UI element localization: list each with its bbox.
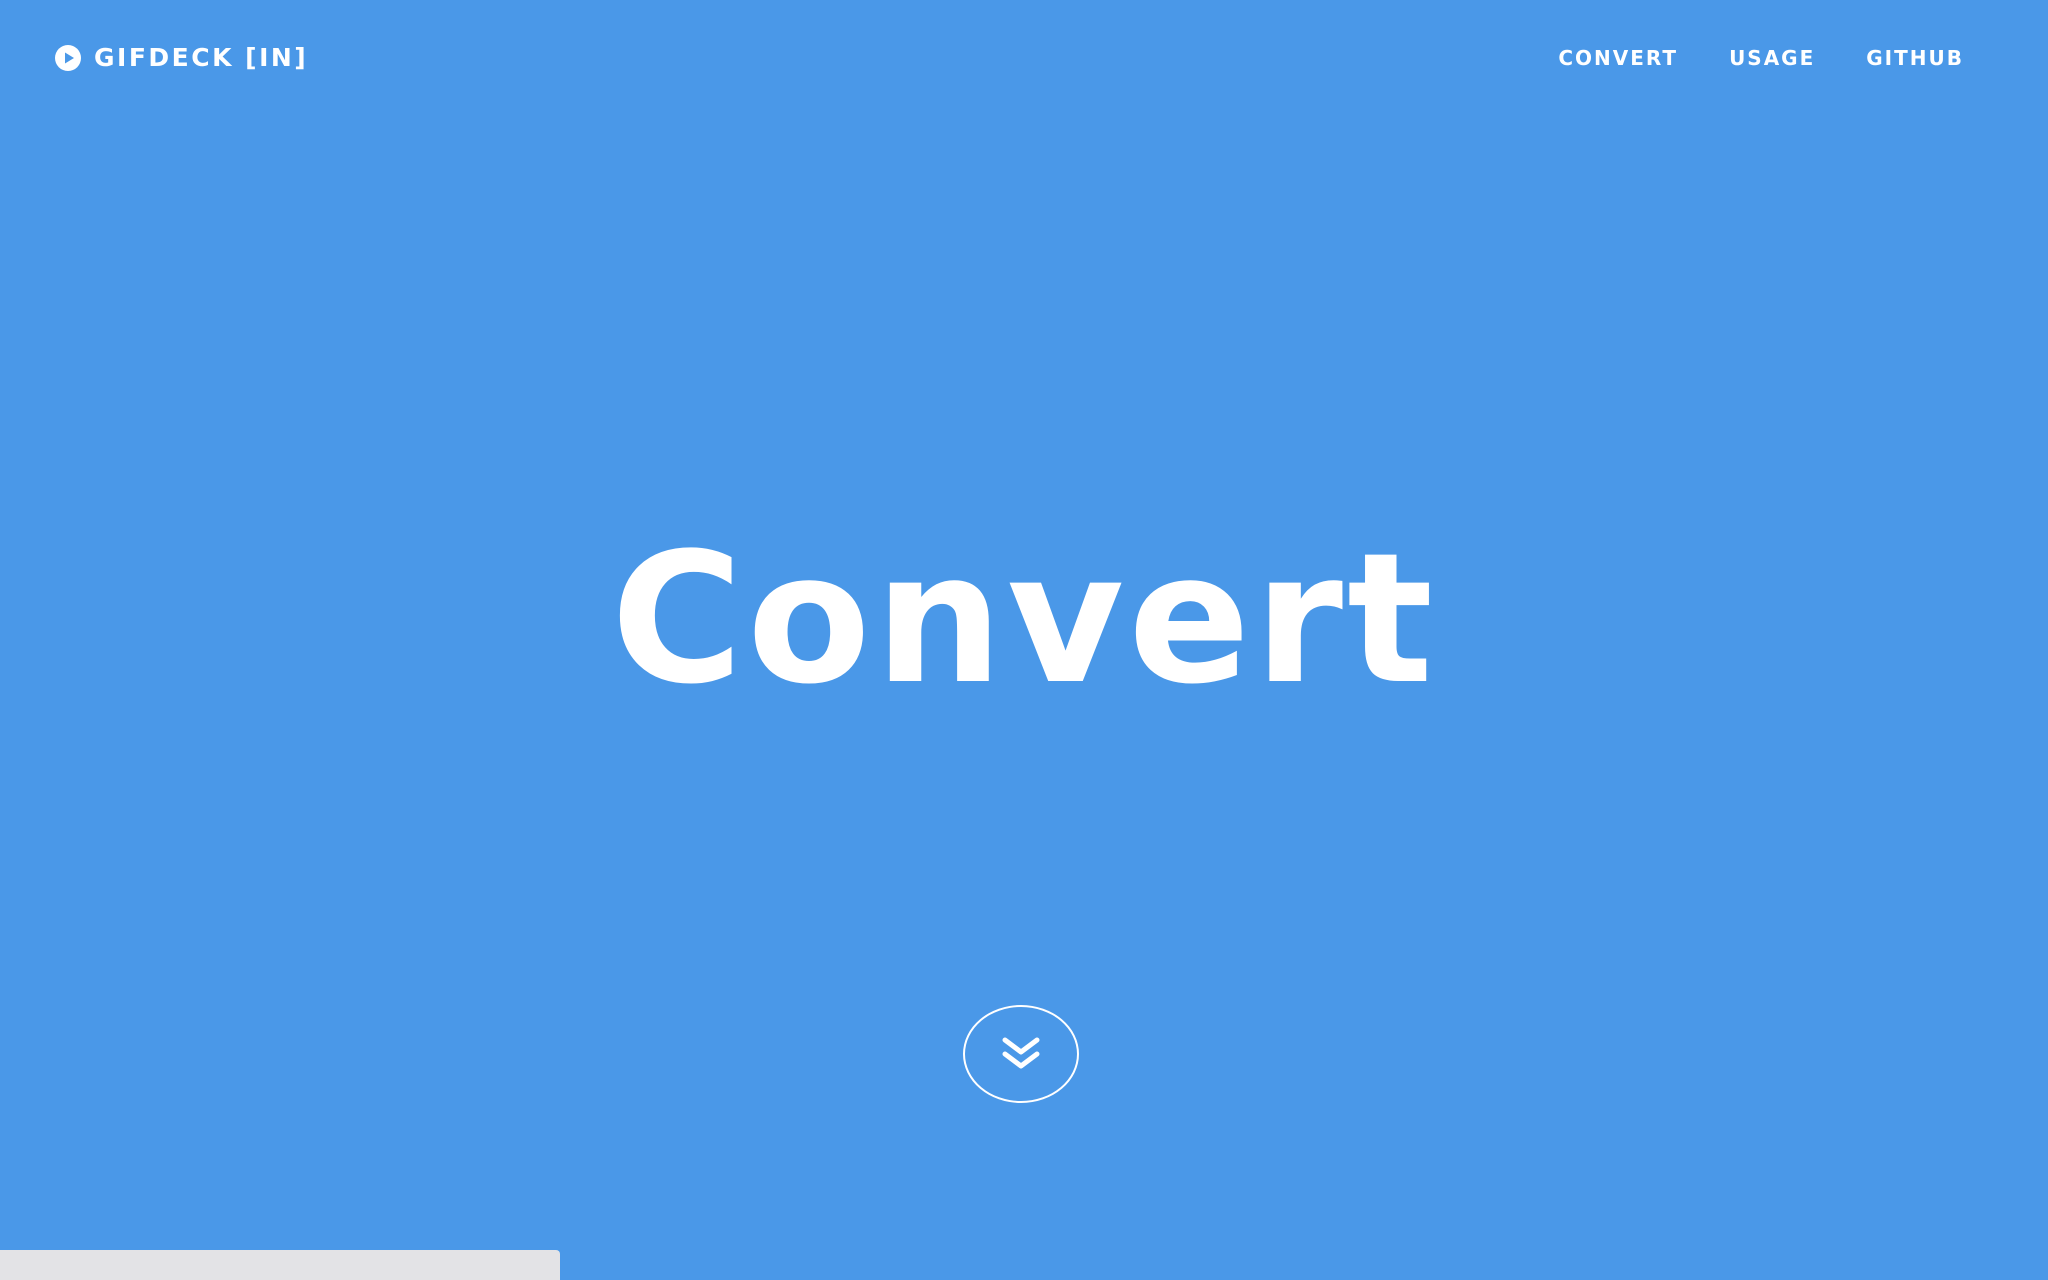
brand-logo-link[interactable]: GIFDECK [IN] [54,42,308,74]
nav-link-usage[interactable]: USAGE [1729,44,1815,72]
navbar: GIFDECK [IN] CONVERT USAGE GITHUB [0,0,2048,116]
nav-link-convert[interactable]: CONVERT [1558,44,1678,72]
hero-title: Convert [610,515,1438,724]
bottom-status-bar [0,1250,560,1280]
brand-name: GIFDECK [IN] [94,43,309,72]
double-chevron-down-icon [999,1036,1043,1072]
play-circle-icon [54,44,82,72]
main-nav: CONVERT USAGE GITHUB [1558,44,1964,72]
scroll-down-button[interactable] [963,1005,1079,1103]
nav-link-github[interactable]: GITHUB [1866,44,1964,72]
